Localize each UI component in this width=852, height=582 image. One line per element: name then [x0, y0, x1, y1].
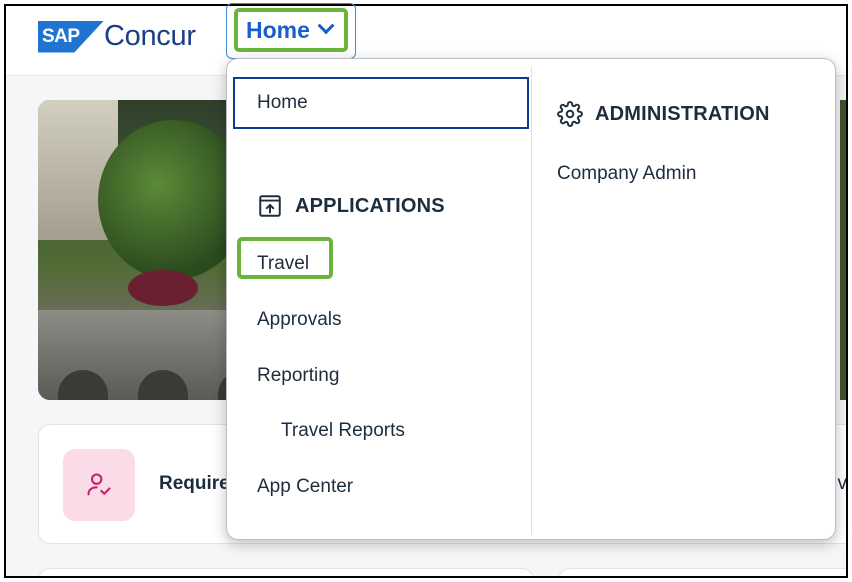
bottom-card-right — [558, 568, 846, 576]
app-launch-icon — [259, 195, 281, 217]
sap-logo: SAP — [38, 20, 104, 53]
bottom-cards — [38, 568, 846, 576]
card-right-label: v — [837, 473, 847, 494]
menu-item-travel[interactable]: Travel — [257, 253, 309, 275]
administration-heading-label: ADMINISTRATION — [595, 102, 770, 125]
menu-item-home-label: Home — [257, 92, 308, 113]
menu-divider — [531, 67, 532, 535]
menu-item-travel-reports[interactable]: Travel Reports — [281, 420, 405, 442]
user-check-icon — [87, 473, 111, 496]
menu-item-home[interactable]: Home — [233, 77, 529, 129]
menu-item-company-admin[interactable]: Company Admin — [557, 163, 696, 185]
hero-image-right — [840, 100, 846, 400]
bottom-card-left — [38, 568, 534, 576]
sap-concur-logo[interactable]: SAP Concur — [38, 20, 196, 53]
chevron-down-icon — [317, 17, 335, 35]
home-menu-button[interactable]: Home — [234, 8, 348, 52]
home-button-label: Home — [246, 16, 310, 43]
gear-icon — [557, 101, 583, 127]
administration-heading: ADMINISTRATION — [557, 101, 770, 127]
applications-heading-label: APPLICATIONS — [295, 194, 445, 217]
concur-wordmark: Concur — [104, 20, 196, 52]
home-dropdown-menu: Home APPLICATIONS Travel Approvals Repor… — [226, 58, 836, 540]
menu-item-reporting[interactable]: Reporting — [257, 365, 339, 387]
applications-heading: APPLICATIONS — [257, 193, 445, 219]
required-badge — [63, 449, 135, 521]
menu-item-approvals[interactable]: Approvals — [257, 309, 342, 331]
menu-item-app-center[interactable]: App Center — [257, 476, 353, 498]
